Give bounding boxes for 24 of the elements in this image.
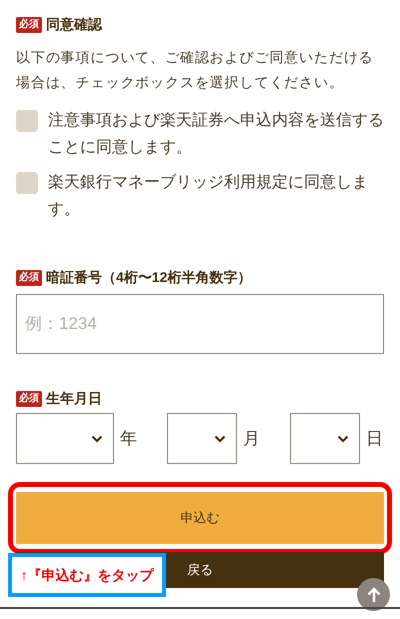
pin-input-field[interactable]: 例：1234 [16,294,384,354]
chevron-down-icon [337,434,349,442]
apply-button[interactable]: 申込む [16,492,384,544]
checkbox[interactable] [16,110,38,132]
date-select[interactable] [167,413,237,464]
required-badge: 必須 [16,16,42,32]
checkbox-label: 注意事項および楽天証券へ申込内容を送信することに同意します。 [48,110,384,158]
section-title: 暗証番号（4桁〜12桁半角数字） [46,268,252,287]
chevron-down-icon [214,434,226,442]
date-unit: 日 [366,428,383,450]
section-title: 生年月日 [46,389,102,408]
section-title: 同意確認 [46,15,102,34]
required-badge: 必須 [16,390,42,406]
consent-description: 以下の事項について、ご確認およびご同意いただける場合は、チェックボックスを選択してください。 [16,48,375,92]
date-unit: 月 [243,428,260,450]
arrow-up-icon [366,586,380,602]
date-unit: 年 [120,428,137,450]
checkbox[interactable] [16,172,38,194]
chevron-down-icon [91,434,103,442]
tap-hint-tooltip: ↑『申込む』をタップ [8,553,166,597]
checkbox-label: 楽天銀行マネーブリッジ利用規定に同意します。 [48,172,369,220]
date-select[interactable] [290,413,360,464]
required-badge: 必須 [16,270,42,286]
date-select[interactable] [16,413,114,464]
